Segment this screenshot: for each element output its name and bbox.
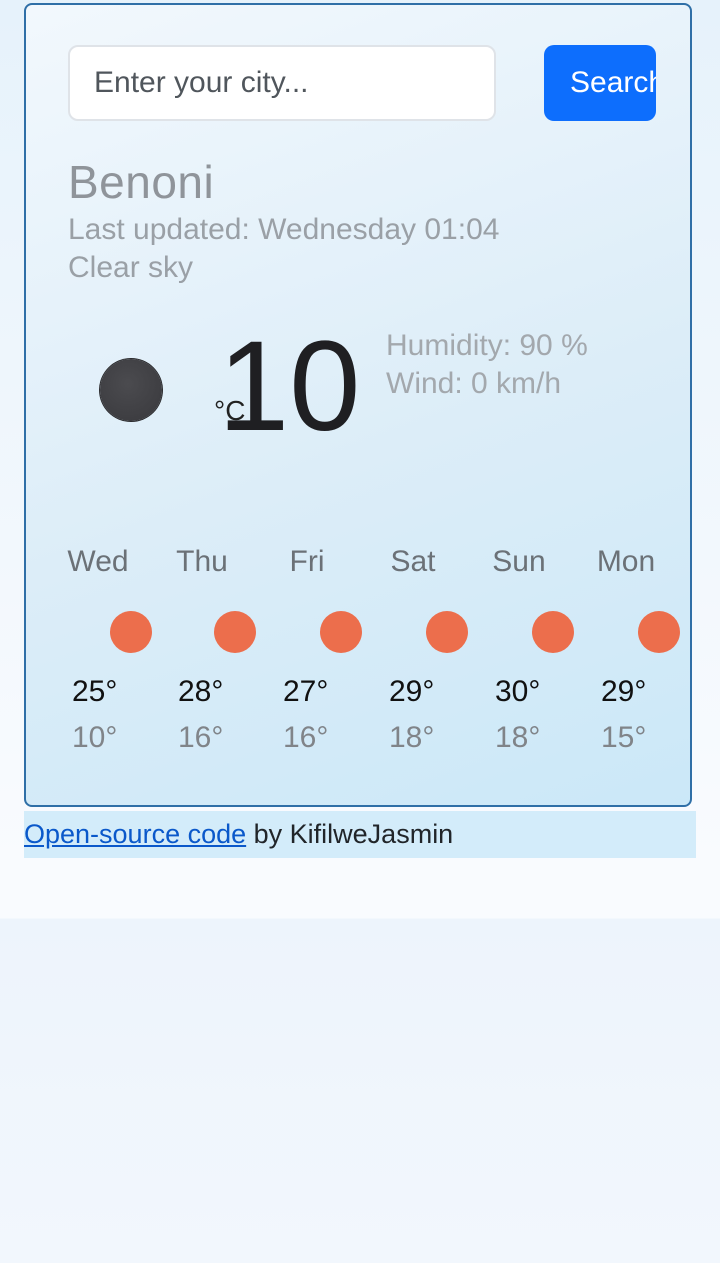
forecast-max: 25° [72,675,118,708]
sun-icon [214,611,256,653]
weather-card: Search Benoni Last updated: Wednesday 01… [24,3,692,807]
last-updated: Last updated: Wednesday 01:04 [68,213,500,246]
forecast-day-name: Mon [596,545,656,578]
forecast-day-name: Sat [390,545,436,578]
forecast-day-name: Thu [176,545,228,578]
sun-icon [110,611,152,653]
forecast-day: Mon 29° 15° [576,545,680,755]
forecast-day-name: Sun [492,545,546,578]
sun-icon [426,611,468,653]
open-source-link[interactable]: Open-source code [24,819,246,849]
forecast-day: Thu 28° 16° [152,545,256,755]
weather-description: Clear sky [68,251,194,284]
forecast-min: 15° [601,721,647,754]
forecast-min: 18° [389,721,435,754]
sun-icon [320,611,362,653]
forecast-day: Sun 30° 18° [469,545,574,755]
current-temperature: 10 [218,315,361,458]
footer-credit: by KifilweJasmin [246,819,454,849]
city-name: Benoni [68,156,215,208]
forecast-max: 29° [601,675,647,708]
forecast-min: 16° [178,721,224,754]
moon-icon [100,359,162,421]
forecast-max: 29° [389,675,435,708]
humidity: Humidity: 90 % [386,329,588,362]
footer: Open-source code by KifilweJasmin [24,811,696,858]
city-search-input[interactable] [68,45,496,121]
search-button[interactable]: Search [544,45,656,121]
sun-icon [532,611,574,653]
sun-icon [638,611,680,653]
wind: Wind: 0 km/h [386,367,562,400]
forecast-day-name: Wed [67,545,129,578]
forecast-min: 18° [495,721,541,754]
forecast-day: Sat 29° 18° [363,545,468,755]
forecast-min: 16° [283,721,329,754]
forecast-max: 27° [283,675,329,708]
forecast-min: 10° [72,721,118,754]
forecast-day: Wed 25° 10° [48,545,152,755]
forecast-day-name: Fri [289,545,325,578]
forecast-max: 30° [495,675,541,708]
forecast-day: Fri 27° 16° [257,545,362,755]
forecast-max: 28° [178,675,224,708]
